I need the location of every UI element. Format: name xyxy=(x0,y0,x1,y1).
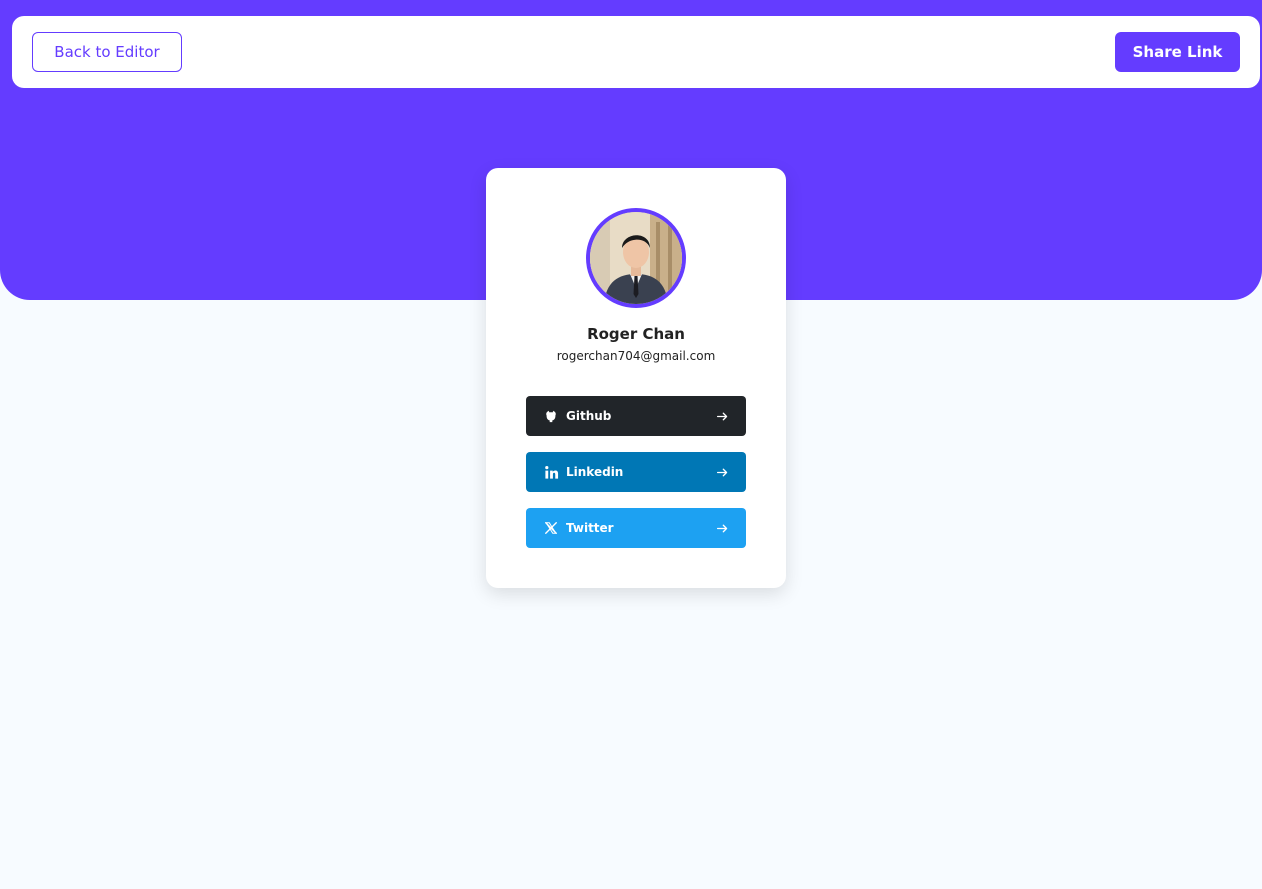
back-to-editor-button[interactable]: Back to Editor xyxy=(32,32,182,72)
link-label: Twitter xyxy=(566,521,614,535)
github-link-button[interactable]: Github xyxy=(526,396,746,436)
arrow-right-icon xyxy=(714,464,730,480)
arrow-right-icon xyxy=(714,520,730,536)
x-twitter-icon xyxy=(542,519,560,537)
linkedin-link-button[interactable]: Linkedin xyxy=(526,452,746,492)
top-navbar: Back to Editor Share Link xyxy=(12,16,1260,88)
share-link-button[interactable]: Share Link xyxy=(1115,32,1240,72)
arrow-right-icon xyxy=(714,408,730,424)
github-icon xyxy=(542,407,560,425)
profile-email: rogerchan704@gmail.com xyxy=(556,349,716,363)
profile-name: Roger Chan xyxy=(587,325,685,343)
link-label: Github xyxy=(566,409,612,423)
linkedin-icon xyxy=(542,463,560,481)
avatar xyxy=(586,208,686,308)
link-label: Linkedin xyxy=(566,465,624,479)
profile-card: Roger Chan rogerchan704@gmail.com Github… xyxy=(486,168,786,588)
twitter-link-button[interactable]: Twitter xyxy=(526,508,746,548)
avatar-photo xyxy=(590,212,682,304)
